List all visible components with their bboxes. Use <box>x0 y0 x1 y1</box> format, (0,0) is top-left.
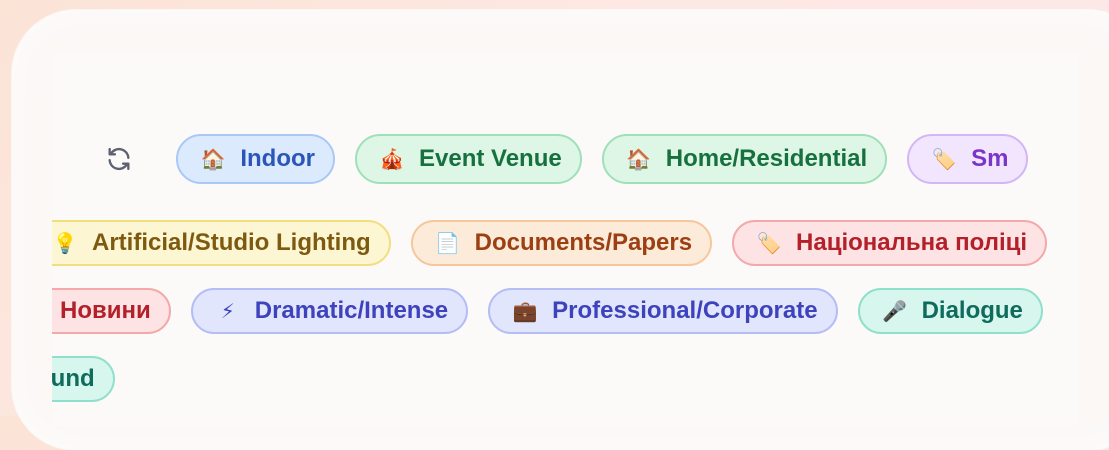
tags-row-2: 💡 Artificial/Studio Lighting 📄 Documents… <box>52 218 1048 268</box>
tag-label: Artificial/Studio Lighting <box>92 229 371 256</box>
tag-chip-sm[interactable]: 🏷️ Sm <box>907 134 1029 184</box>
tag-chip-artificial-studio-lighting[interactable]: 💡 Artificial/Studio Lighting <box>52 220 391 266</box>
light-bulb-icon: 💡 <box>52 232 78 255</box>
tag-label: Dramatic/Intense <box>254 297 449 324</box>
tag-chip-indoor[interactable]: 🏠 Indoor <box>176 134 335 184</box>
tags-row-3: 🏷️ Новини ⚡ Dramatic/Intense 💼 Professio… <box>52 286 1043 336</box>
tag-chip-event-venue[interactable]: 🎪 Event Venue <box>355 134 582 184</box>
house-icon: 🏠 <box>200 148 226 171</box>
tags-row-1: gs 🏠 Indoor 🎪 Event Venue 🏠 Home/Resid <box>52 133 1029 185</box>
tag-chip-novyny[interactable]: 🏷️ Новини <box>52 288 171 334</box>
tags-panel: gs 🏠 Indoor 🎪 Event Venue 🏠 Home/Resid <box>52 52 1078 426</box>
tag-icon: 🏷️ <box>756 232 782 255</box>
circus-tent-icon: 🎪 <box>379 148 405 171</box>
tag-label: Event Venue <box>419 145 562 172</box>
tag-chip-dramatic-intense[interactable]: ⚡ Dramatic/Intense <box>190 288 469 334</box>
tag-label: Sm <box>971 145 1009 172</box>
document-icon: 📄 <box>435 232 461 255</box>
briefcase-icon: 💼 <box>512 300 538 323</box>
tag-label: Professional/Corporate <box>552 297 818 324</box>
tag-label: Home/Residential <box>665 145 868 172</box>
tags-card: gs 🏠 Indoor 🎪 Event Venue 🏠 Home/Resid <box>12 10 1109 450</box>
tag-icon: 🏷️ <box>931 148 957 171</box>
tags-row-4: ound <box>52 354 115 404</box>
tag-chip-documents-papers[interactable]: 📄 Documents/Papers <box>410 220 713 266</box>
lightning-icon: ⚡ <box>220 300 235 323</box>
tag-label: ound <box>52 365 95 392</box>
tag-label: Новини <box>60 297 151 324</box>
microphone-icon: 🎤 <box>882 300 908 323</box>
tag-chip-professional-corporate[interactable]: 💼 Professional/Corporate <box>488 288 838 334</box>
tag-chip-natsionalna-politsiia[interactable]: 🏷️ Національна поліці <box>732 220 1048 266</box>
tag-label: Indoor <box>240 145 315 172</box>
house-icon: 🏠 <box>626 148 652 171</box>
tag-chip-dialogue[interactable]: 🎤 Dialogue <box>857 288 1043 334</box>
tag-label: Національна поліці <box>796 229 1028 256</box>
tag-chip-sound[interactable]: ound <box>52 356 115 402</box>
tag-label: Dialogue <box>921 297 1023 324</box>
refresh-icon[interactable] <box>104 144 134 174</box>
tag-chip-home-residential[interactable]: 🏠 Home/Residential <box>601 134 888 184</box>
tag-label: Documents/Papers <box>474 229 693 256</box>
